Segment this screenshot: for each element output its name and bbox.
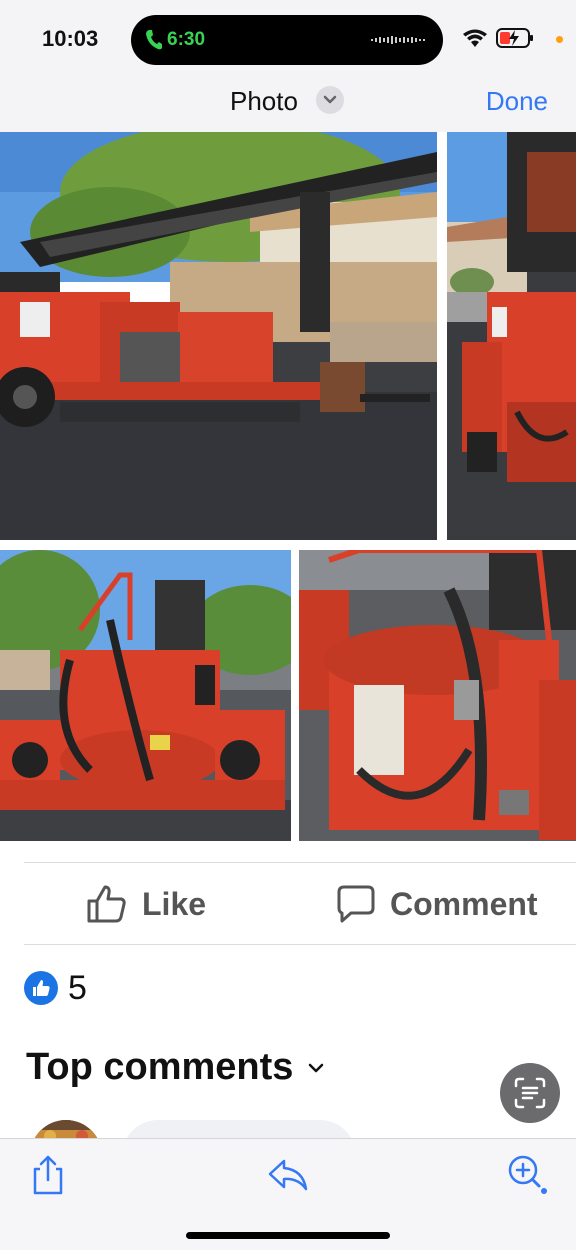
live-text-icon [514,1077,546,1109]
like-reaction-badge [24,971,58,1005]
home-indicator[interactable] [186,1232,390,1239]
reply-button[interactable] [266,1153,310,1197]
privacy-indicator [556,36,563,43]
reply-icon [268,1159,308,1191]
chevron-down-icon [323,95,337,104]
call-duration: 6:30 [167,29,206,50]
reaction-count: 5 [68,968,87,1007]
like-label: Like [142,885,207,922]
page-title[interactable]: Photo [230,86,298,117]
reaction-summary[interactable]: 5 [24,968,87,1008]
thumbs-up-outline-icon [87,885,126,923]
nav-header: Photo Done [0,80,576,132]
audio-waveform-icon [371,36,425,44]
post-photo-2[interactable] [447,132,576,540]
top-comments-sort[interactable]: Top comments [26,1046,325,1089]
status-bar: 10:03 6:30 [0,0,576,80]
share-icon [33,1155,63,1195]
comment-label: Comment [390,885,538,922]
comment-button[interactable]: Comment [336,880,538,928]
wifi-icon [463,29,487,47]
thumbs-up-icon [33,980,50,996]
post-photo-1[interactable] [0,132,437,540]
post-photo-3[interactable] [0,550,291,841]
divider-top [24,862,576,863]
divider-bottom [24,944,576,945]
status-time: 10:03 [42,26,99,51]
zoom-in-button[interactable] [504,1153,548,1197]
live-text-scan-button[interactable] [500,1063,560,1123]
speech-bubble-icon [337,885,375,923]
like-button[interactable]: Like [86,880,206,928]
phone-icon [146,30,162,50]
battery-charging-icon [496,28,533,48]
top-comments-title: Top comments [26,1046,294,1088]
title-menu-button[interactable] [316,86,344,114]
done-button[interactable]: Done [486,86,548,117]
zoom-in-icon [508,1155,547,1194]
post-photo-4[interactable] [299,550,576,841]
chevron-down-icon [309,1063,324,1072]
share-button[interactable] [26,1153,70,1197]
dynamic-island-call[interactable]: 6:30 [131,15,443,65]
